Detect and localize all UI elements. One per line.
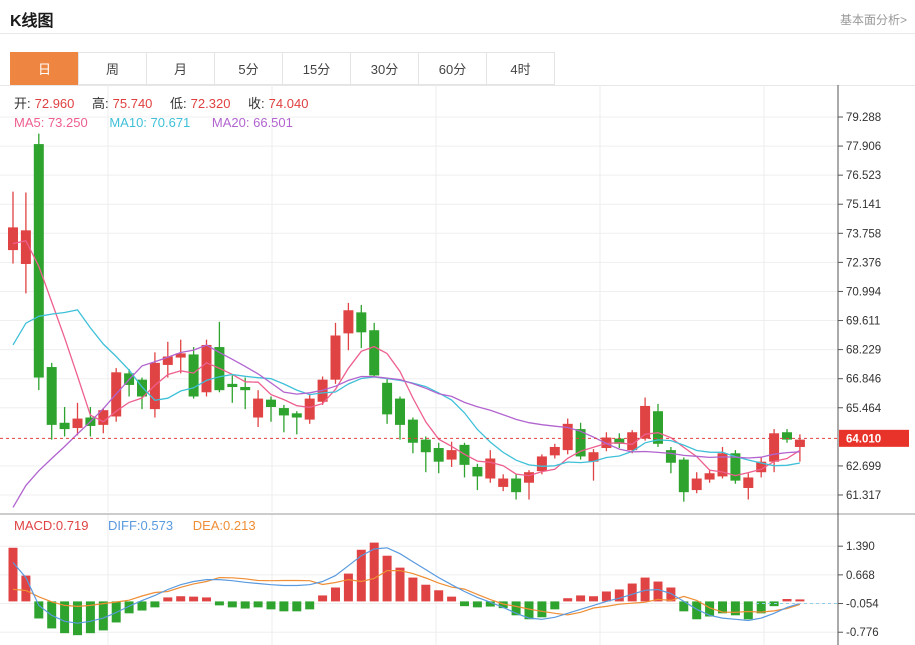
kline-chart[interactable]: 79.288 77.906 76.523 75.141 73.758 72.376 70.9… — [0, 85, 915, 645]
svg-text:-0.054: -0.054 — [846, 599, 879, 611]
svg-text:1.390: 1.390 — [846, 541, 875, 553]
svg-text:73.758: 73.758 — [846, 228, 881, 240]
svg-text:70.994: 70.994 — [846, 286, 882, 298]
chart-area: 79.288 77.906 76.523 75.141 73.758 72.376 70.9… — [0, 85, 915, 645]
svg-text:72.376: 72.376 — [846, 257, 881, 269]
svg-text:66.846: 66.846 — [846, 374, 881, 386]
svg-text:69.611: 69.611 — [846, 316, 880, 328]
svg-text:62.699: 62.699 — [846, 461, 881, 473]
svg-text:68.229: 68.229 — [846, 345, 881, 357]
grid-layer — [0, 85, 838, 645]
axis-layer: 79.288 77.906 76.523 75.141 73.758 72.376 70.9… — [0, 85, 915, 645]
tab-week[interactable]: 周 — [78, 52, 147, 85]
svg-text:65.464: 65.464 — [846, 403, 882, 415]
tab-5min[interactable]: 5分 — [214, 52, 283, 85]
period-tabs: 日 周 月 5分 15分 30分 60分 4时 — [10, 52, 555, 85]
svg-text:79.288: 79.288 — [846, 112, 881, 124]
svg-text:76.523: 76.523 — [846, 170, 881, 182]
tab-day[interactable]: 日 — [10, 52, 79, 85]
tab-30min[interactable]: 30分 — [350, 52, 419, 85]
svg-text:77.906: 77.906 — [846, 141, 881, 153]
macd-layer — [9, 543, 839, 636]
svg-text:64.010: 64.010 — [846, 433, 881, 445]
fundamental-analysis-link[interactable]: 基本面分析> — [840, 11, 907, 28]
svg-text:-0.776: -0.776 — [846, 627, 879, 639]
tab-4hour[interactable]: 4时 — [486, 52, 555, 85]
header: K线图 基本面分析> — [0, 0, 915, 34]
page-title: K线图 — [10, 7, 54, 31]
svg-text:75.141: 75.141 — [846, 199, 881, 211]
tab-15min[interactable]: 15分 — [282, 52, 351, 85]
svg-text:61.317: 61.317 — [846, 490, 881, 502]
svg-text:0.668: 0.668 — [846, 570, 875, 582]
tab-month[interactable]: 月 — [146, 52, 215, 85]
kline-app: K线图 基本面分析> 日 周 月 5分 15分 30分 60分 4时 79.28… — [0, 0, 915, 645]
tab-60min[interactable]: 60分 — [418, 52, 487, 85]
